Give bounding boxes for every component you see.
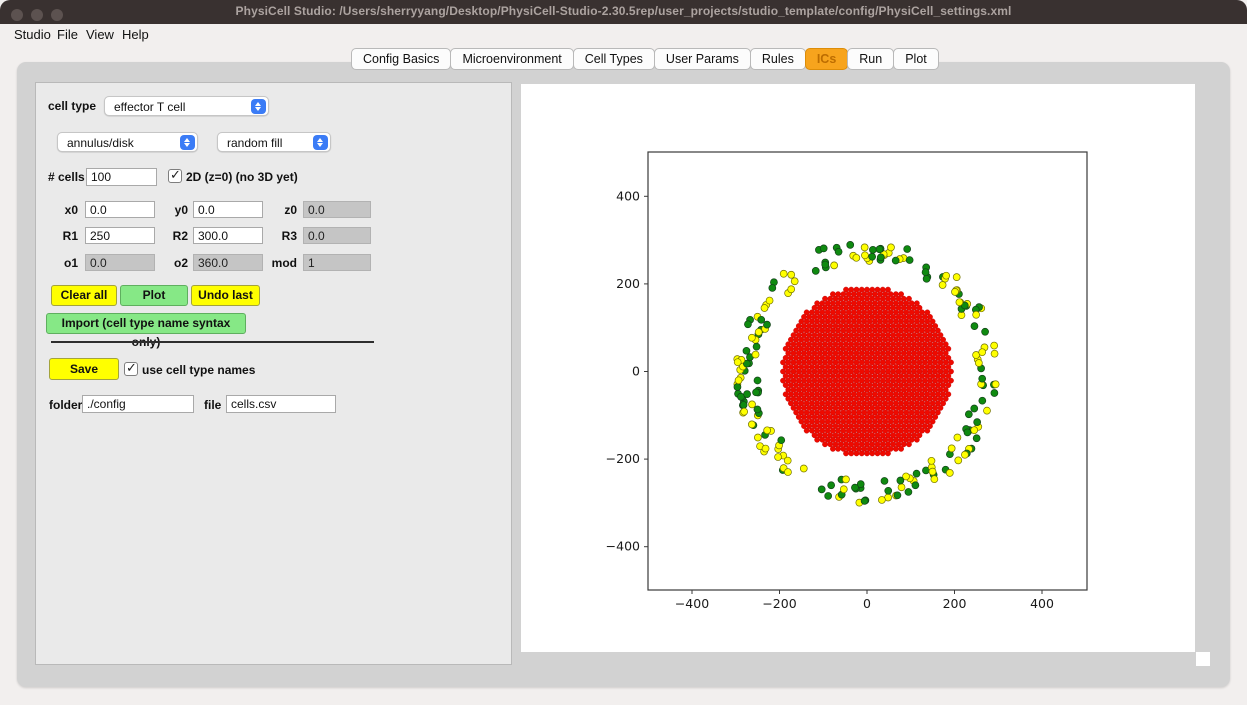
folder-label: folder bbox=[49, 398, 83, 412]
menu-bar: Studio File View Help bbox=[0, 24, 1247, 46]
resize-grip[interactable] bbox=[1196, 652, 1210, 666]
ics-plot-canvas: −400 −200 0 200 400 400 200 0 −200 −400 bbox=[521, 84, 1195, 652]
use-cell-type-names-checkbox[interactable]: ✓ bbox=[124, 360, 138, 376]
svg-text:200: 200 bbox=[616, 276, 640, 291]
tab-bar: Config Basics Microenvironment Cell Type… bbox=[351, 48, 939, 70]
use-cell-type-names-label: use cell type names bbox=[142, 363, 256, 377]
red-disk-points bbox=[780, 286, 954, 457]
o1-label: o1 bbox=[63, 256, 78, 270]
tab-cell-types[interactable]: Cell Types bbox=[572, 48, 655, 70]
2d-checkbox[interactable]: ✓ bbox=[168, 167, 182, 183]
file-label: file bbox=[204, 398, 222, 412]
num-cells-label: # cells bbox=[48, 170, 85, 184]
separator-line bbox=[51, 341, 374, 343]
import-button[interactable]: Import (cell type name syntax only) bbox=[46, 313, 246, 349]
y0-input[interactable] bbox=[193, 201, 263, 218]
x0-input[interactable] bbox=[85, 201, 155, 218]
o1-field-disabled: 0.0 bbox=[85, 254, 155, 271]
tab-config-basics[interactable]: Config Basics bbox=[351, 48, 452, 70]
tab-user-params[interactable]: User Params bbox=[653, 48, 751, 70]
r1-label: R1 bbox=[62, 229, 78, 243]
x0-label: x0 bbox=[64, 203, 78, 217]
svg-text:400: 400 bbox=[616, 188, 640, 203]
num-cells-input[interactable] bbox=[86, 168, 157, 186]
file-input[interactable] bbox=[226, 395, 336, 413]
svg-text:400: 400 bbox=[1030, 596, 1054, 611]
menu-file[interactable]: File bbox=[57, 27, 78, 42]
r2-input[interactable] bbox=[193, 227, 263, 244]
dropdown-arrows-icon bbox=[313, 135, 328, 150]
cell-type-dropdown[interactable]: effector T cell bbox=[104, 96, 269, 116]
cells-scatter-plot: −400 −200 0 200 400 400 200 0 −200 −400 bbox=[606, 151, 1088, 611]
title-bar: PhysiCell Studio: /Users/sherryyang/Desk… bbox=[0, 0, 1247, 24]
r3-field-disabled: 0.0 bbox=[303, 227, 371, 244]
y0-label: y0 bbox=[174, 203, 188, 217]
r1-input[interactable] bbox=[85, 227, 155, 244]
plot-button[interactable]: Plot bbox=[120, 285, 188, 306]
cell-type-label: cell type bbox=[48, 99, 97, 113]
r3-label: R3 bbox=[281, 229, 297, 243]
o2-field-disabled: 360.0 bbox=[193, 254, 263, 271]
dropdown-arrows-icon bbox=[251, 99, 266, 114]
menu-studio[interactable]: Studio bbox=[14, 27, 51, 42]
tab-plot[interactable]: Plot bbox=[893, 48, 939, 70]
mod-label: mod bbox=[271, 256, 297, 270]
tab-rules[interactable]: Rules bbox=[749, 48, 806, 70]
tab-microenvironment[interactable]: Microenvironment bbox=[450, 48, 574, 70]
menu-view[interactable]: View bbox=[86, 27, 114, 42]
clear-all-button[interactable]: Clear all bbox=[51, 285, 117, 306]
svg-text:−400: −400 bbox=[675, 596, 709, 611]
svg-text:−200: −200 bbox=[762, 596, 796, 611]
tab-run[interactable]: Run bbox=[847, 48, 895, 70]
mod-field-disabled: 1 bbox=[303, 254, 371, 271]
save-button[interactable]: Save bbox=[49, 358, 119, 380]
dropdown-arrows-icon bbox=[180, 135, 195, 150]
svg-text:−400: −400 bbox=[606, 539, 640, 554]
undo-last-button[interactable]: Undo last bbox=[191, 285, 260, 306]
z0-field-disabled: 0.0 bbox=[303, 201, 371, 218]
menu-help[interactable]: Help bbox=[122, 27, 149, 42]
o2-label: o2 bbox=[173, 256, 188, 270]
2d-checkbox-label: 2D (z=0) (no 3D yet) bbox=[186, 170, 298, 184]
svg-text:0: 0 bbox=[632, 364, 640, 379]
ics-controls-panel: cell type effector T cell annulus/disk r… bbox=[35, 82, 512, 665]
svg-text:200: 200 bbox=[943, 596, 967, 611]
r2-label: R2 bbox=[172, 229, 188, 243]
svg-text:0: 0 bbox=[863, 596, 871, 611]
tab-ics[interactable]: ICs bbox=[804, 48, 849, 70]
fill-dropdown[interactable]: random fill bbox=[217, 132, 331, 152]
folder-input[interactable] bbox=[82, 395, 194, 413]
geometry-dropdown[interactable]: annulus/disk bbox=[57, 132, 198, 152]
z0-label: z0 bbox=[284, 203, 297, 217]
window-title: PhysiCell Studio: /Users/sherryyang/Desk… bbox=[235, 4, 1012, 18]
svg-text:−200: −200 bbox=[606, 451, 640, 466]
